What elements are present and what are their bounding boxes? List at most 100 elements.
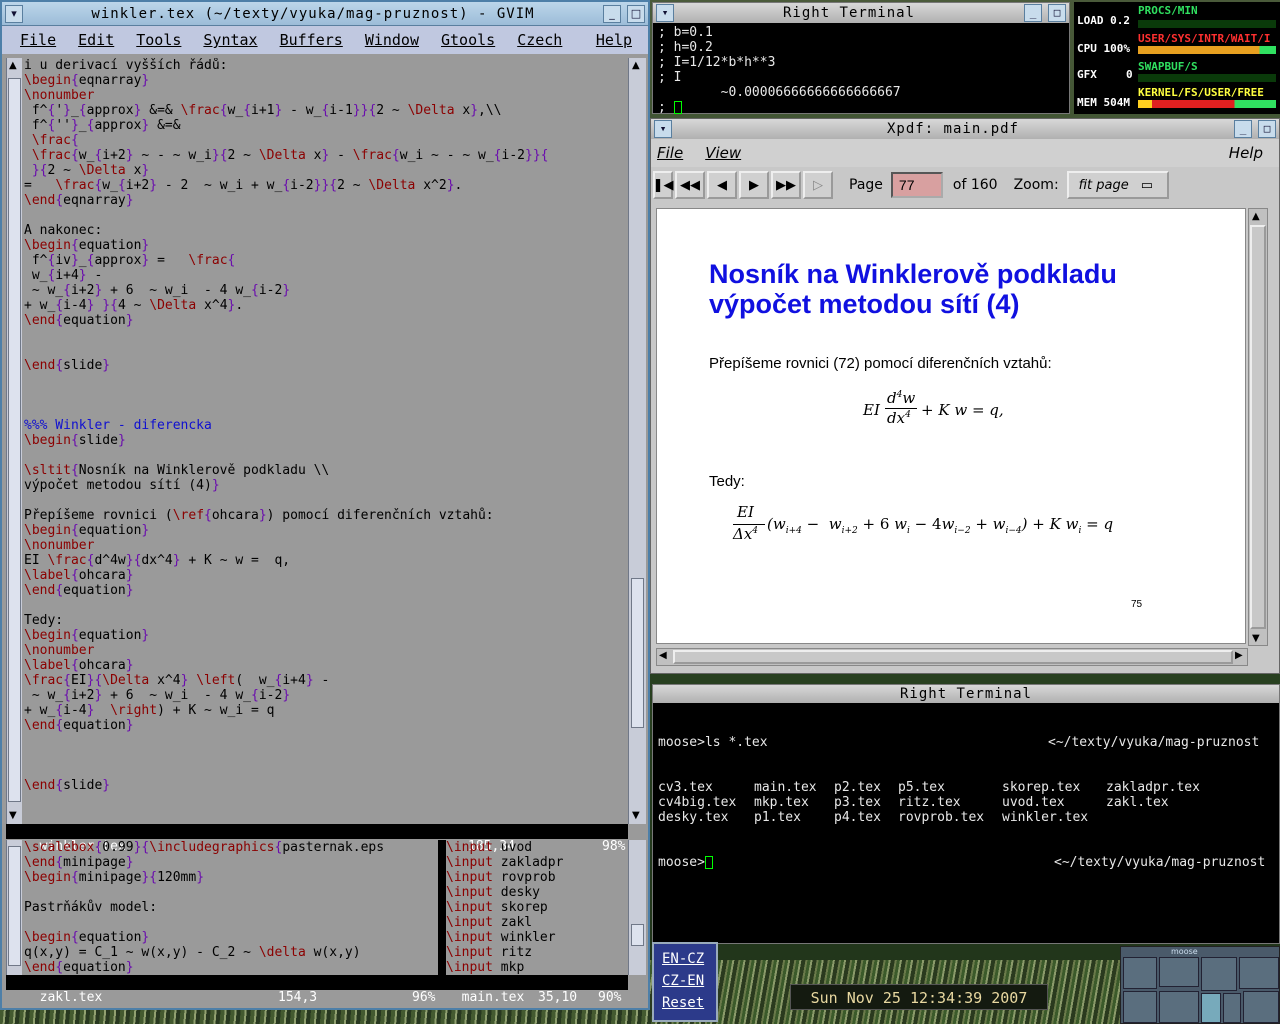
menu-file[interactable]: File — [657, 144, 683, 162]
code-line: + w_{i-4} \right) + K ~ w_i = q — [24, 703, 275, 718]
pager-window[interactable] — [1239, 957, 1279, 989]
prev-page-partial-icon[interactable]: ❚◀ — [653, 171, 673, 199]
ls-row: cv4big.tex mkp.tex p3.tex ritz.tex uvod.tex z… — [658, 795, 1274, 810]
terminal-titlebar[interactable]: ▾ Right Terminal _ □ — [653, 3, 1069, 23]
scroll-up-icon[interactable]: ▲ — [632, 60, 640, 71]
menu-window[interactable]: Window — [365, 31, 419, 49]
code-line: + w_{i-4} }{4 ~ \Delta x^4}. — [24, 298, 244, 313]
menu-syntax[interactable]: Syntax — [203, 31, 257, 49]
desktop-pager[interactable]: moose — [1120, 946, 1280, 1024]
scrollbar-thumb[interactable] — [1250, 225, 1266, 629]
menu-help[interactable]: Help — [1229, 144, 1263, 162]
terminal-output[interactable]: moose>ls *.tex <~/texty/vyuka/mag-pruznos… — [653, 703, 1279, 943]
page-number-input[interactable] — [890, 172, 943, 198]
file-entry: desky.tex — [658, 810, 729, 825]
menu-file[interactable]: File — [20, 31, 56, 49]
vim-left-scrollbar-bottom[interactable] — [6, 840, 22, 975]
vim-scrollbar-bottom[interactable] — [628, 840, 646, 975]
terminal-line: ; h=0.2 — [658, 40, 1064, 55]
menu-help[interactable]: Help — [596, 31, 632, 49]
cz-en-button[interactable]: CZ-EN — [662, 972, 716, 990]
terminal-output[interactable]: ; b=0.1; h=0.2; I=1/12*b*h**3; I ~0.0000… — [653, 23, 1069, 117]
scroll-down-icon[interactable]: ▼ — [1252, 633, 1260, 644]
scrollbar-thumb[interactable] — [631, 578, 644, 728]
terminal-line-text: ~0.00006666666666666667 — [658, 85, 901, 100]
pager-window[interactable] — [1243, 991, 1279, 1023]
scrollbar-thumb[interactable] — [8, 846, 21, 966]
pdf-vscrollbar[interactable]: ▲ ▼ — [1248, 208, 1268, 646]
scroll-down-icon[interactable]: ▼ — [632, 810, 640, 821]
maximize-icon[interactable]: □ — [1258, 120, 1276, 138]
code-line: f^{'}_{approx} &=& \frac{w_{i+1} - w_{i-… — [24, 103, 502, 118]
page-count: of 160 — [952, 177, 998, 193]
scroll-right-icon[interactable]: ▶ — [1235, 650, 1243, 661]
menu-view[interactable]: View — [705, 144, 741, 162]
terminal-command: moose>ls *.tex — [658, 735, 768, 750]
scrollbar-thumb[interactable] — [673, 650, 1233, 664]
terminal-titlebar[interactable]: Right Terminal — [653, 685, 1279, 703]
pager-window[interactable] — [1201, 957, 1237, 991]
scroll-up-icon[interactable]: ▲ — [9, 60, 17, 71]
scroll-up-icon[interactable]: ▲ — [1252, 211, 1260, 222]
vim-left-scrollbar[interactable]: ▲ ▼ — [6, 58, 22, 824]
clock: Sun Nov 25 12:34:39 2007 — [790, 984, 1048, 1010]
en-cz-button[interactable]: EN-CZ — [662, 950, 716, 968]
vsplit-divider[interactable] — [438, 840, 446, 975]
menu-czech[interactable]: Czech — [517, 31, 562, 49]
pdf-page[interactable]: Nosník na Winklerově podkladu výpočet me… — [656, 208, 1246, 644]
pager-window[interactable] — [1201, 993, 1221, 1023]
status-percent: 90% — [598, 990, 622, 1005]
forward-history-icon[interactable]: ▷ — [803, 171, 833, 199]
menu-buffers[interactable]: Buffers — [280, 31, 343, 49]
gvim-titlebar[interactable]: ▾ winkler.tex (~/texty/vyuka/mag-pruznos… — [2, 2, 648, 26]
scrollbar-thumb[interactable] — [631, 924, 644, 946]
menu-gtools[interactable]: Gtools — [441, 31, 495, 49]
pager-window[interactable] — [1159, 957, 1199, 987]
window-menu-icon[interactable]: ▾ — [5, 4, 23, 23]
ls-row: cv3.tex main.tex p2.tex p5.tex skorep.tex zak… — [658, 780, 1274, 795]
zoom-select[interactable]: fit page ▭ — [1066, 171, 1169, 199]
file-entry: p5.tex — [898, 780, 945, 795]
scroll-left-icon[interactable]: ◀ — [659, 650, 667, 661]
scroll-down-icon[interactable]: ▼ — [9, 810, 17, 821]
terminal-line: ; I=1/12*b*h**3 — [658, 55, 1064, 70]
code-line: = \frac{w_{i+2} - 2 ~ w_i + w_{i-2}}{2 ~… — [24, 178, 463, 193]
pager-window[interactable] — [1123, 991, 1157, 1023]
pager-window[interactable] — [1159, 991, 1199, 1023]
vim-scrollbar-top[interactable]: ▲ ▼ — [628, 58, 646, 824]
maximize-icon[interactable]: □ — [627, 4, 645, 23]
pager-window[interactable] — [1123, 957, 1157, 989]
code-line: \begin{equation} — [24, 628, 150, 643]
forward-10-pages-icon[interactable]: ▶▶ — [771, 171, 801, 199]
code-line: \nonumber — [24, 643, 95, 658]
pdf-hscrollbar[interactable]: ◀ ▶ — [656, 648, 1248, 666]
terminal-line: ; b=0.1 — [658, 25, 1064, 40]
vim-editor-bottom-right[interactable]: \input uvod \input zakladpr \input rovprob… — [446, 840, 628, 975]
maximize-icon[interactable]: □ — [1048, 4, 1066, 22]
terminal-line-text: ; h=0.2 — [658, 40, 713, 55]
minimize-icon[interactable]: _ — [603, 4, 621, 23]
next-page-icon[interactable]: ▶ — [739, 171, 769, 199]
vim-editor-top[interactable]: i u derivací vyšších řádů: \begin{eqnarra… — [6, 58, 630, 824]
minimize-icon[interactable]: _ — [1234, 120, 1252, 138]
xpdf-titlebar[interactable]: ▾ Xpdf: main.pdf _ □ — [651, 119, 1279, 139]
vim-editor-bottom-left[interactable]: \scalebox{0.99}{\includegraphics{pastern… — [6, 840, 438, 975]
terminal-path: <~/texty/vyuka/mag-pruznost — [1048, 735, 1260, 750]
back-10-pages-icon[interactable]: ◀◀ — [675, 171, 705, 199]
menu-tools[interactable]: Tools — [136, 31, 181, 49]
menu-edit[interactable]: Edit — [78, 31, 114, 49]
code-line: \begin{minipage}{120mm} — [24, 870, 205, 885]
reset-button[interactable]: Reset — [662, 994, 716, 1012]
pager-window[interactable] — [1223, 993, 1241, 1023]
scrollbar-thumb[interactable] — [8, 78, 21, 802]
minimize-icon[interactable]: _ — [1024, 4, 1042, 22]
code-line: \end{slide} — [24, 778, 111, 793]
code-line: \nonumber — [24, 538, 95, 553]
file-entry: cv4big.tex — [658, 795, 737, 810]
window-menu-icon[interactable]: ▾ — [656, 4, 674, 22]
file-entry: winkler.tex — [1002, 810, 1089, 825]
prev-page-icon[interactable]: ◀ — [707, 171, 737, 199]
window-menu-icon[interactable]: ▾ — [654, 120, 672, 138]
